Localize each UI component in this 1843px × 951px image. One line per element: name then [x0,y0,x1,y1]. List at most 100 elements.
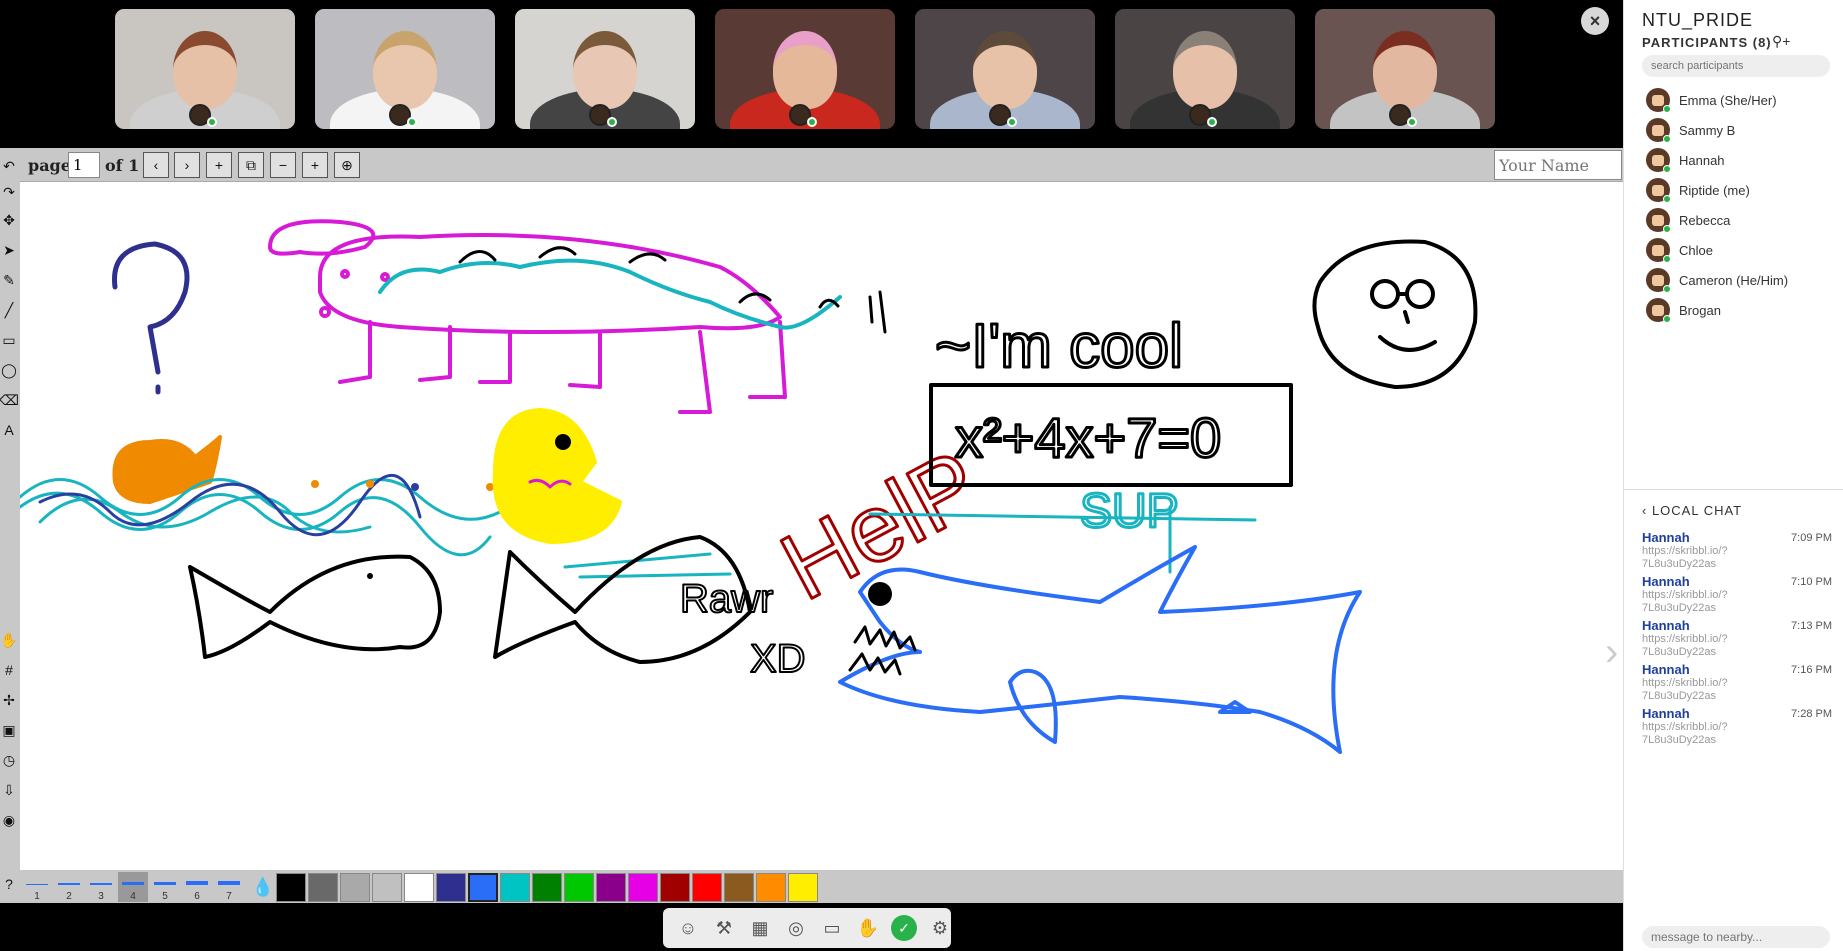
redo-icon[interactable]: ↷ [0,178,18,206]
chat-text[interactable]: https://skribbl.io/?7L8u3uDy22as [1642,721,1762,747]
color-swatch[interactable] [692,873,722,902]
hand-icon[interactable]: ✋ [0,626,18,654]
participant-name: Riptide (me) [1679,183,1750,198]
video-tile[interactable] [315,9,495,129]
add-user-icon[interactable]: ⚲+ [1772,33,1790,50]
status-check-icon[interactable]: ✓ [891,915,917,941]
ellipse-icon[interactable]: ◯ [0,356,18,384]
chat-text[interactable]: https://skribbl.io/?7L8u3uDy22as [1642,677,1762,703]
color-swatch[interactable] [660,873,690,902]
color-swatch[interactable] [724,873,754,902]
color-swatch[interactable] [340,873,370,902]
color-swatch[interactable] [564,873,594,902]
snap-icon[interactable]: ✢ [0,686,18,714]
video-tile[interactable] [1115,9,1295,129]
prev-page-button[interactable]: ‹ [143,152,169,178]
color-swatch[interactable] [468,873,498,902]
participant-item[interactable]: Cameron (He/Him) [1646,268,1836,294]
stroke-width-option[interactable]: 5 [150,872,180,902]
close-video-button[interactable]: × [1581,7,1609,35]
color-swatch[interactable] [372,873,402,902]
local-chat-header[interactable]: ‹ LOCAL CHAT [1642,503,1742,518]
zoom-out-button[interactable]: − [270,152,296,178]
stroke-width-option[interactable]: 4 [118,872,148,902]
participant-item[interactable]: Hannah [1646,148,1836,174]
color-swatch[interactable] [756,873,786,902]
select-arrow-icon[interactable]: ➤ [0,236,18,264]
help-icon[interactable]: ? [0,870,18,898]
video-tile[interactable] [115,9,295,129]
avatar-button[interactable]: ☺ [675,915,701,941]
avatar-face [1652,305,1664,316]
color-swatch[interactable] [308,873,338,902]
rectangle-icon[interactable]: ▭ [0,326,18,354]
hammer-icon[interactable]: ⚒ [711,915,737,941]
github-icon[interactable]: ◉ [0,806,18,834]
color-swatch[interactable] [436,873,466,902]
whiteboard-canvas[interactable]: HelP ~I'm cool x²+4x+7=0 SUP Rawr XD › [20,182,1623,870]
participant-item[interactable]: Rebecca [1646,208,1836,234]
color-swatch[interactable] [500,873,530,902]
line-icon[interactable]: ╱ [0,296,18,324]
svg-export-icon[interactable]: ⇩ [0,776,18,804]
move-icon[interactable]: ✥ [0,206,18,234]
chat-message-input[interactable] [1642,926,1830,948]
chat-text[interactable]: https://skribbl.io/?7L8u3uDy22as [1642,633,1762,659]
chat-text[interactable]: https://skribbl.io/?7L8u3uDy22as [1642,589,1762,615]
stroke-width-option[interactable]: 6 [182,872,212,902]
target-icon[interactable]: ◎ [783,915,809,941]
stroke-width-option[interactable]: 7 [214,872,244,902]
chat-text[interactable]: https://skribbl.io/?7L8u3uDy22as [1642,545,1762,571]
participant-face [973,31,1037,109]
zoom-fit-button[interactable]: ⊕ [334,152,360,178]
your-name-input[interactable] [1494,150,1622,180]
page-number-input[interactable] [68,152,100,178]
avatar-face [1652,125,1664,136]
pencil-icon[interactable]: ✎ [0,266,18,294]
undo-icon[interactable]: ↶ [0,152,18,180]
add-page-button[interactable]: + [206,152,232,178]
color-swatch[interactable] [788,873,818,902]
color-swatch[interactable] [532,873,562,902]
video-tile[interactable] [715,9,895,129]
next-page-arrow-icon[interactable]: › [1605,630,1618,675]
participant-item[interactable]: Sammy B [1646,118,1836,144]
opacity-drop-icon[interactable]: 💧 [248,872,278,902]
participant-item[interactable]: Emma (She/Her) [1646,88,1836,114]
search-participants-input[interactable] [1642,55,1830,77]
online-status-dot [607,117,617,127]
map-icon[interactable]: ▦ [747,915,773,941]
stroke-width-option[interactable]: 2 [54,872,84,902]
raise-hand-icon[interactable]: ✋ [855,915,881,941]
stroke-width-option[interactable]: 3 [86,872,116,902]
color-swatch[interactable] [628,873,658,902]
duplicate-page-button[interactable]: ⧉ [238,152,264,178]
zoom-in-button[interactable]: + [302,152,328,178]
eraser-icon[interactable]: ⌫ [0,386,19,414]
participant-item[interactable]: Brogan [1646,298,1836,324]
video-tile[interactable] [915,9,1095,129]
grid-icon[interactable]: # [0,656,18,684]
color-swatch[interactable] [404,873,434,902]
online-status-dot [1663,135,1671,143]
chat-message: Hannah 7:28 PM https://skribbl.io/?7L8u3uD… [1642,706,1832,747]
text-icon[interactable]: A [0,416,18,444]
screen-share-icon[interactable]: ▭ [819,915,845,941]
image-icon[interactable]: ▣ [0,716,18,744]
color-swatch[interactable] [596,873,626,902]
video-tile[interactable] [1315,9,1495,129]
online-status-dot [1007,117,1017,127]
settings-gear-icon[interactable]: ⚙ [927,915,953,941]
participant-item[interactable]: Chloe [1646,238,1836,264]
color-swatch[interactable] [276,873,306,902]
participant-face [1373,31,1437,109]
history-icon[interactable]: ◷ [0,746,18,774]
participant-item[interactable]: Riptide (me) [1646,178,1836,204]
chat-message: Hannah 7:10 PM https://skribbl.io/?7L8u3uD… [1642,574,1832,615]
video-tile[interactable] [515,9,695,129]
next-page-button[interactable]: › [174,152,200,178]
online-status-dot [1663,225,1671,233]
bottom-action-bar: ☺ ⚒ ▦ ◎ ▭ ✋ ✓ ⚙ [663,908,951,948]
stroke-width-sample [90,883,112,885]
stroke-width-option[interactable]: 1 [22,872,52,902]
